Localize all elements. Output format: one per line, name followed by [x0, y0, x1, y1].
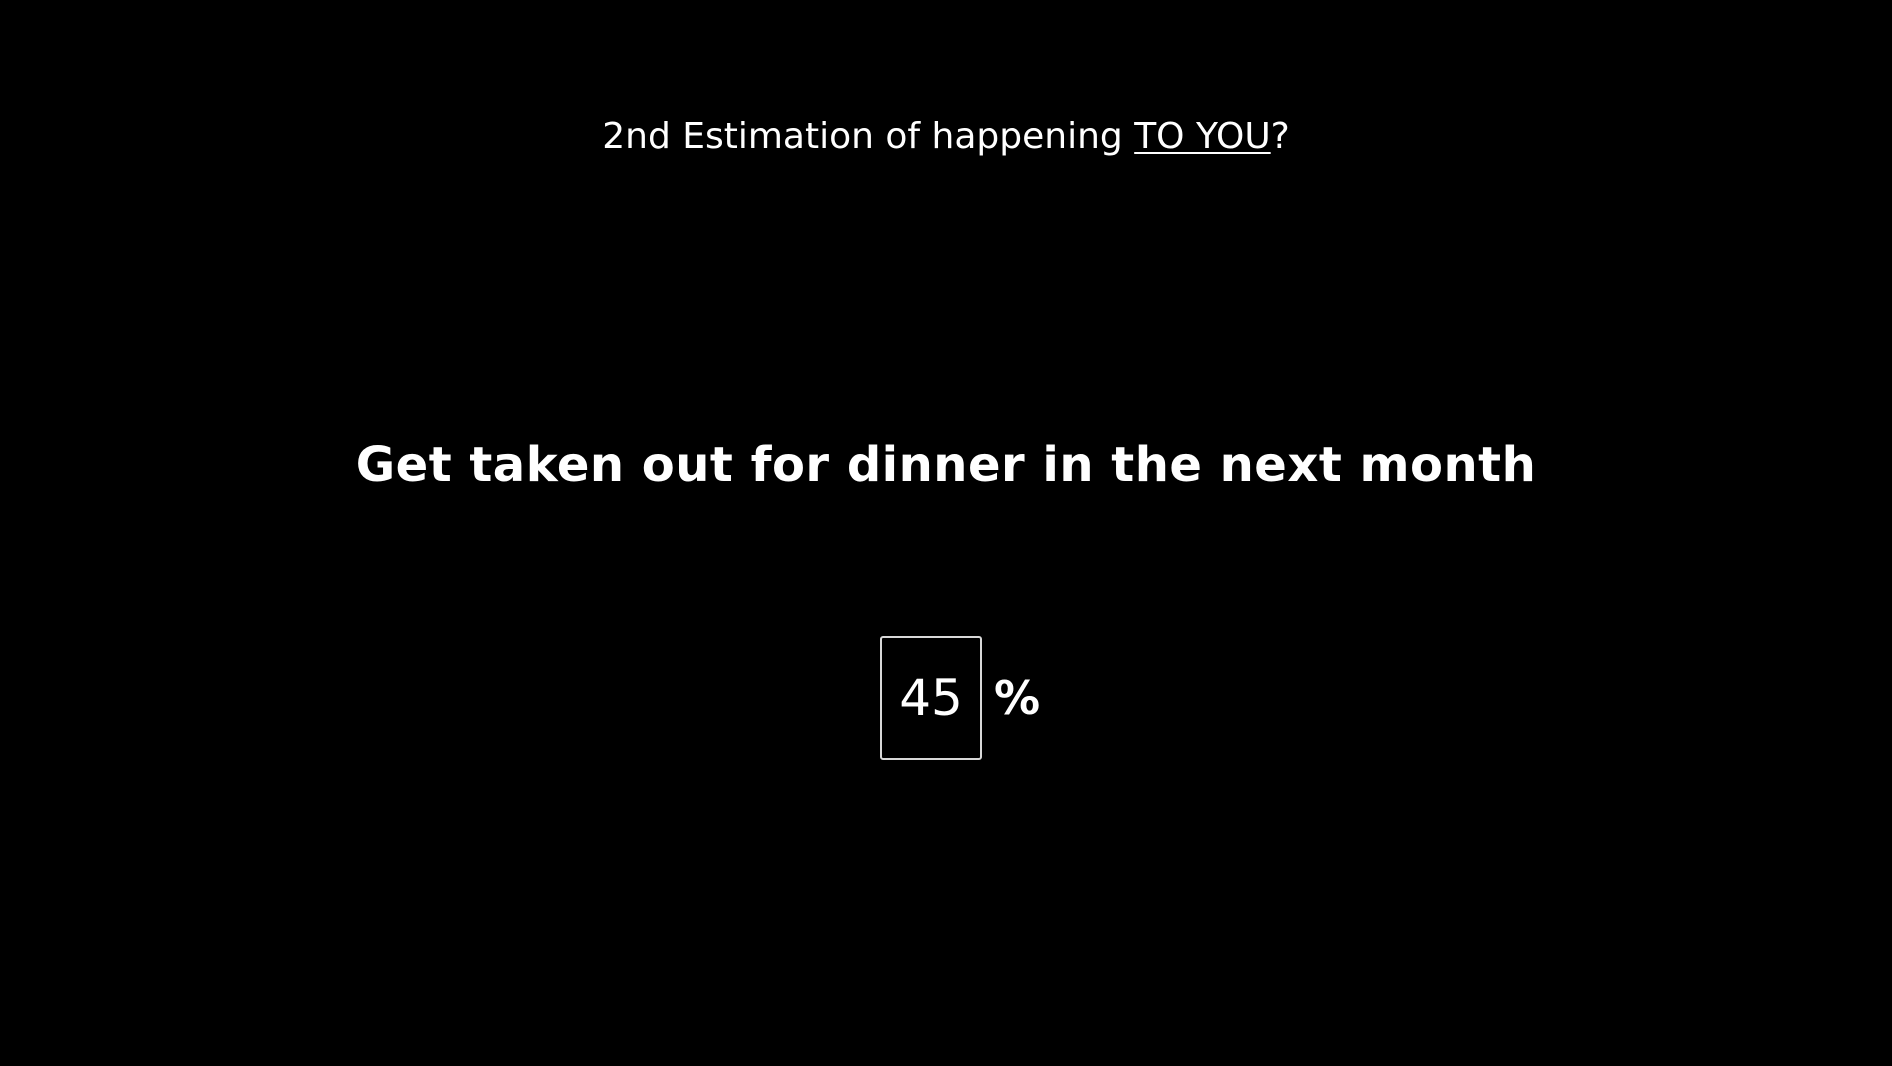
question-emphasis: TO YOU: [1134, 116, 1271, 157]
percent-sign: %: [994, 671, 1041, 725]
event-description: Get taken out for dinner in the next mon…: [355, 437, 1537, 493]
question-heading: 2nd Estimation of happening TO YOU?: [0, 116, 1892, 157]
answer-row: %: [880, 636, 1040, 760]
question-prefix: 2nd Estimation of happening: [602, 116, 1135, 157]
probability-input[interactable]: [880, 636, 982, 760]
question-suffix: ?: [1270, 116, 1290, 157]
